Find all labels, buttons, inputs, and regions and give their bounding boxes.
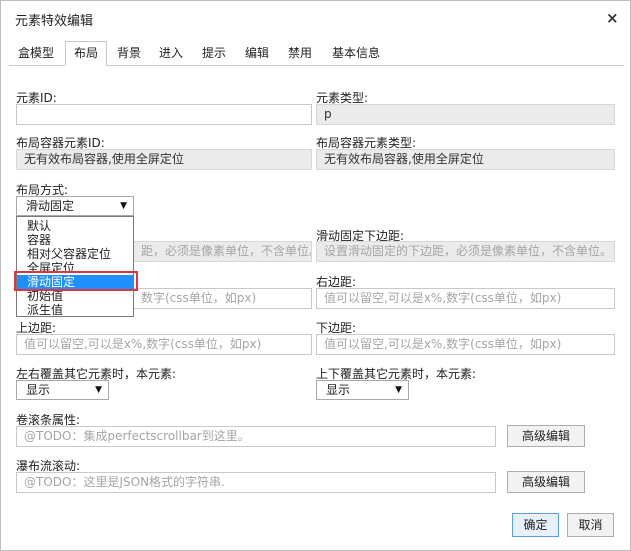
tab-background[interactable]: 背景 bbox=[111, 41, 147, 66]
tab-disable[interactable]: 禁用 bbox=[282, 41, 318, 66]
tab-basic-info[interactable]: 基本信息 bbox=[326, 41, 386, 66]
scrollbar-input[interactable]: @TODO：集成perfectscrollbar到这里。 bbox=[16, 426, 496, 447]
right-margin-input[interactable]: 值可以留空,可以是x%,数字(css单位，如px) bbox=[316, 288, 615, 309]
waterfall-advanced-button[interactable]: 高级编辑 bbox=[507, 471, 585, 493]
chevron-down-icon: ▼ bbox=[95, 385, 102, 395]
dropdown-option-derived[interactable]: 派生值 bbox=[17, 303, 133, 316]
chevron-down-icon: ▼ bbox=[120, 201, 127, 211]
layout-mode-dropdown: 默认 容器 相对父容器定位 全屏定位 滑动固定 初始值 派生值 bbox=[16, 216, 134, 317]
ok-button[interactable]: 确定 bbox=[512, 513, 559, 537]
scroll-bottom-input[interactable]: 设置滑动固定的下边距，必须是像素单位，不含单位。 bbox=[316, 241, 615, 262]
close-icon[interactable]: × bbox=[606, 10, 619, 26]
container-type-field: 无有效布局容器,使用全屏定位 bbox=[316, 149, 615, 170]
scrollbar-advanced-button[interactable]: 高级编辑 bbox=[507, 425, 585, 447]
dialog-title: 元素特效编辑 bbox=[15, 14, 94, 29]
layout-mode-value: 滑动固定 bbox=[26, 199, 75, 213]
container-id-field: 无有效布局容器,使用全屏定位 bbox=[16, 149, 312, 170]
waterfall-input[interactable]: @TODO：这里是JSON格式的字符串. bbox=[16, 472, 496, 493]
selection-highlight-box bbox=[14, 271, 138, 291]
overlap-v-select[interactable]: 显示 ▼ bbox=[316, 380, 409, 400]
tab-tooltip[interactable]: 提示 bbox=[196, 41, 232, 66]
element-id-input[interactable] bbox=[16, 104, 312, 125]
cancel-button[interactable]: 取消 bbox=[567, 513, 614, 537]
dropdown-option-relative-parent[interactable]: 相对父容器定位 bbox=[17, 247, 133, 261]
dropdown-option-default[interactable]: 默认 bbox=[17, 219, 133, 233]
dropdown-option-container[interactable]: 容器 bbox=[17, 233, 133, 247]
tab-layout[interactable]: 布局 bbox=[65, 41, 107, 66]
overlap-h-value: 显示 bbox=[26, 383, 51, 397]
tab-enter[interactable]: 进入 bbox=[153, 41, 189, 66]
dropdown-option-initial[interactable]: 初始值 bbox=[17, 289, 133, 303]
effects-dialog: 元素特效编辑 × 盒模型 布局 背景 进入 提示 编辑 禁用 基本信息 元素ID… bbox=[0, 0, 631, 551]
element-type-field: p bbox=[316, 104, 615, 125]
overlap-h-select[interactable]: 显示 ▼ bbox=[16, 380, 109, 400]
bottom-margin-input[interactable]: 值可以留空,可以是x%,数字(css单位，如px) bbox=[316, 334, 615, 355]
layout-mode-select[interactable]: 滑动固定 ▼ bbox=[16, 196, 134, 216]
tab-edit[interactable]: 编辑 bbox=[239, 41, 275, 66]
chevron-down-icon: ▼ bbox=[395, 385, 402, 395]
overlap-v-value: 显示 bbox=[326, 383, 351, 397]
tab-box-model[interactable]: 盒模型 bbox=[11, 41, 61, 66]
top-margin-input[interactable]: 值可以留空,可以是x%,数字(css单位，如px) bbox=[16, 334, 312, 355]
